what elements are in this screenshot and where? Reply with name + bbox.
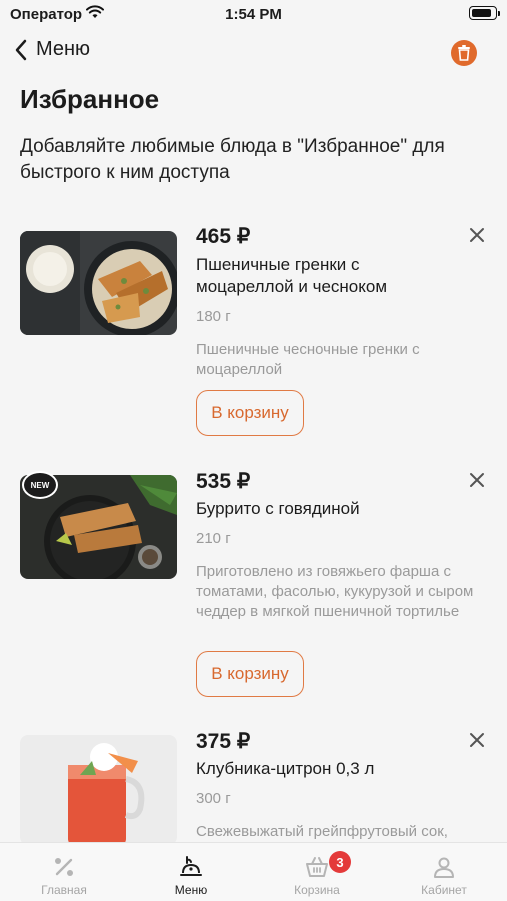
item-weight: 210 г xyxy=(196,530,231,547)
back-button[interactable]: Меню xyxy=(14,38,90,61)
status-time: 1:54 PM xyxy=(225,6,282,23)
item-price: 465 ₽ xyxy=(196,225,251,248)
tab-menu[interactable]: Меню xyxy=(141,843,241,901)
delete-all-button[interactable] xyxy=(451,40,477,66)
item-description: Свежевыжатый грейпфрутовый сок, xyxy=(196,823,448,840)
battery-icon xyxy=(469,6,500,20)
trash-icon xyxy=(458,45,470,61)
tab-home[interactable]: Главная xyxy=(14,843,114,901)
tab-account[interactable]: Кабинет xyxy=(394,843,494,901)
item-description: Пшеничные чесночные гренки с моцареллой xyxy=(196,341,420,378)
percent-icon xyxy=(55,858,73,876)
remove-favorite-icon[interactable] xyxy=(468,731,486,749)
tab-label: Корзина xyxy=(294,883,340,897)
item-name: Пшеничные гренки с моцареллой и чесноком xyxy=(196,255,388,296)
remove-favorite-icon[interactable] xyxy=(468,226,486,244)
cart-count-badge: 3 xyxy=(329,851,351,873)
tab-label: Меню xyxy=(174,883,208,897)
dish-image xyxy=(20,735,177,845)
page-title: Избранное xyxy=(20,84,160,114)
item-name: Буррито с говядиной xyxy=(196,499,360,518)
page-subtitle: Добавляйте любимые блюда в "Избранное" д… xyxy=(20,136,445,183)
status-bar: Оператор 1:54 PM xyxy=(0,0,507,30)
item-price: 535 ₽ xyxy=(196,470,251,493)
item-weight: 300 г xyxy=(196,790,231,807)
new-badge: NEW xyxy=(22,471,58,499)
item-price: 375 ₽ xyxy=(196,730,251,753)
basket-icon xyxy=(306,857,328,877)
tab-label: Кабинет xyxy=(421,883,467,897)
tab-label: Главная xyxy=(41,883,87,897)
chevron-left-icon xyxy=(15,39,27,60)
tab-bar: Главная Меню 3 Корзина Кабинет xyxy=(0,842,507,901)
item-name: Клубника-цитрон 0,3 л xyxy=(196,759,375,778)
person-icon xyxy=(434,857,454,878)
dish-image xyxy=(20,231,177,335)
add-to-cart-button[interactable]: В корзину xyxy=(196,651,304,697)
add-to-cart-button[interactable]: В корзину xyxy=(196,390,304,436)
tab-cart[interactable]: 3 Корзина xyxy=(267,843,367,901)
item-weight: 180 г xyxy=(196,308,231,325)
menu-dish-icon xyxy=(180,856,202,876)
item-description: Приготовлено из говяжьего фарша с томата… xyxy=(196,563,474,620)
back-label: Меню xyxy=(36,38,91,60)
remove-favorite-icon[interactable] xyxy=(468,471,486,489)
